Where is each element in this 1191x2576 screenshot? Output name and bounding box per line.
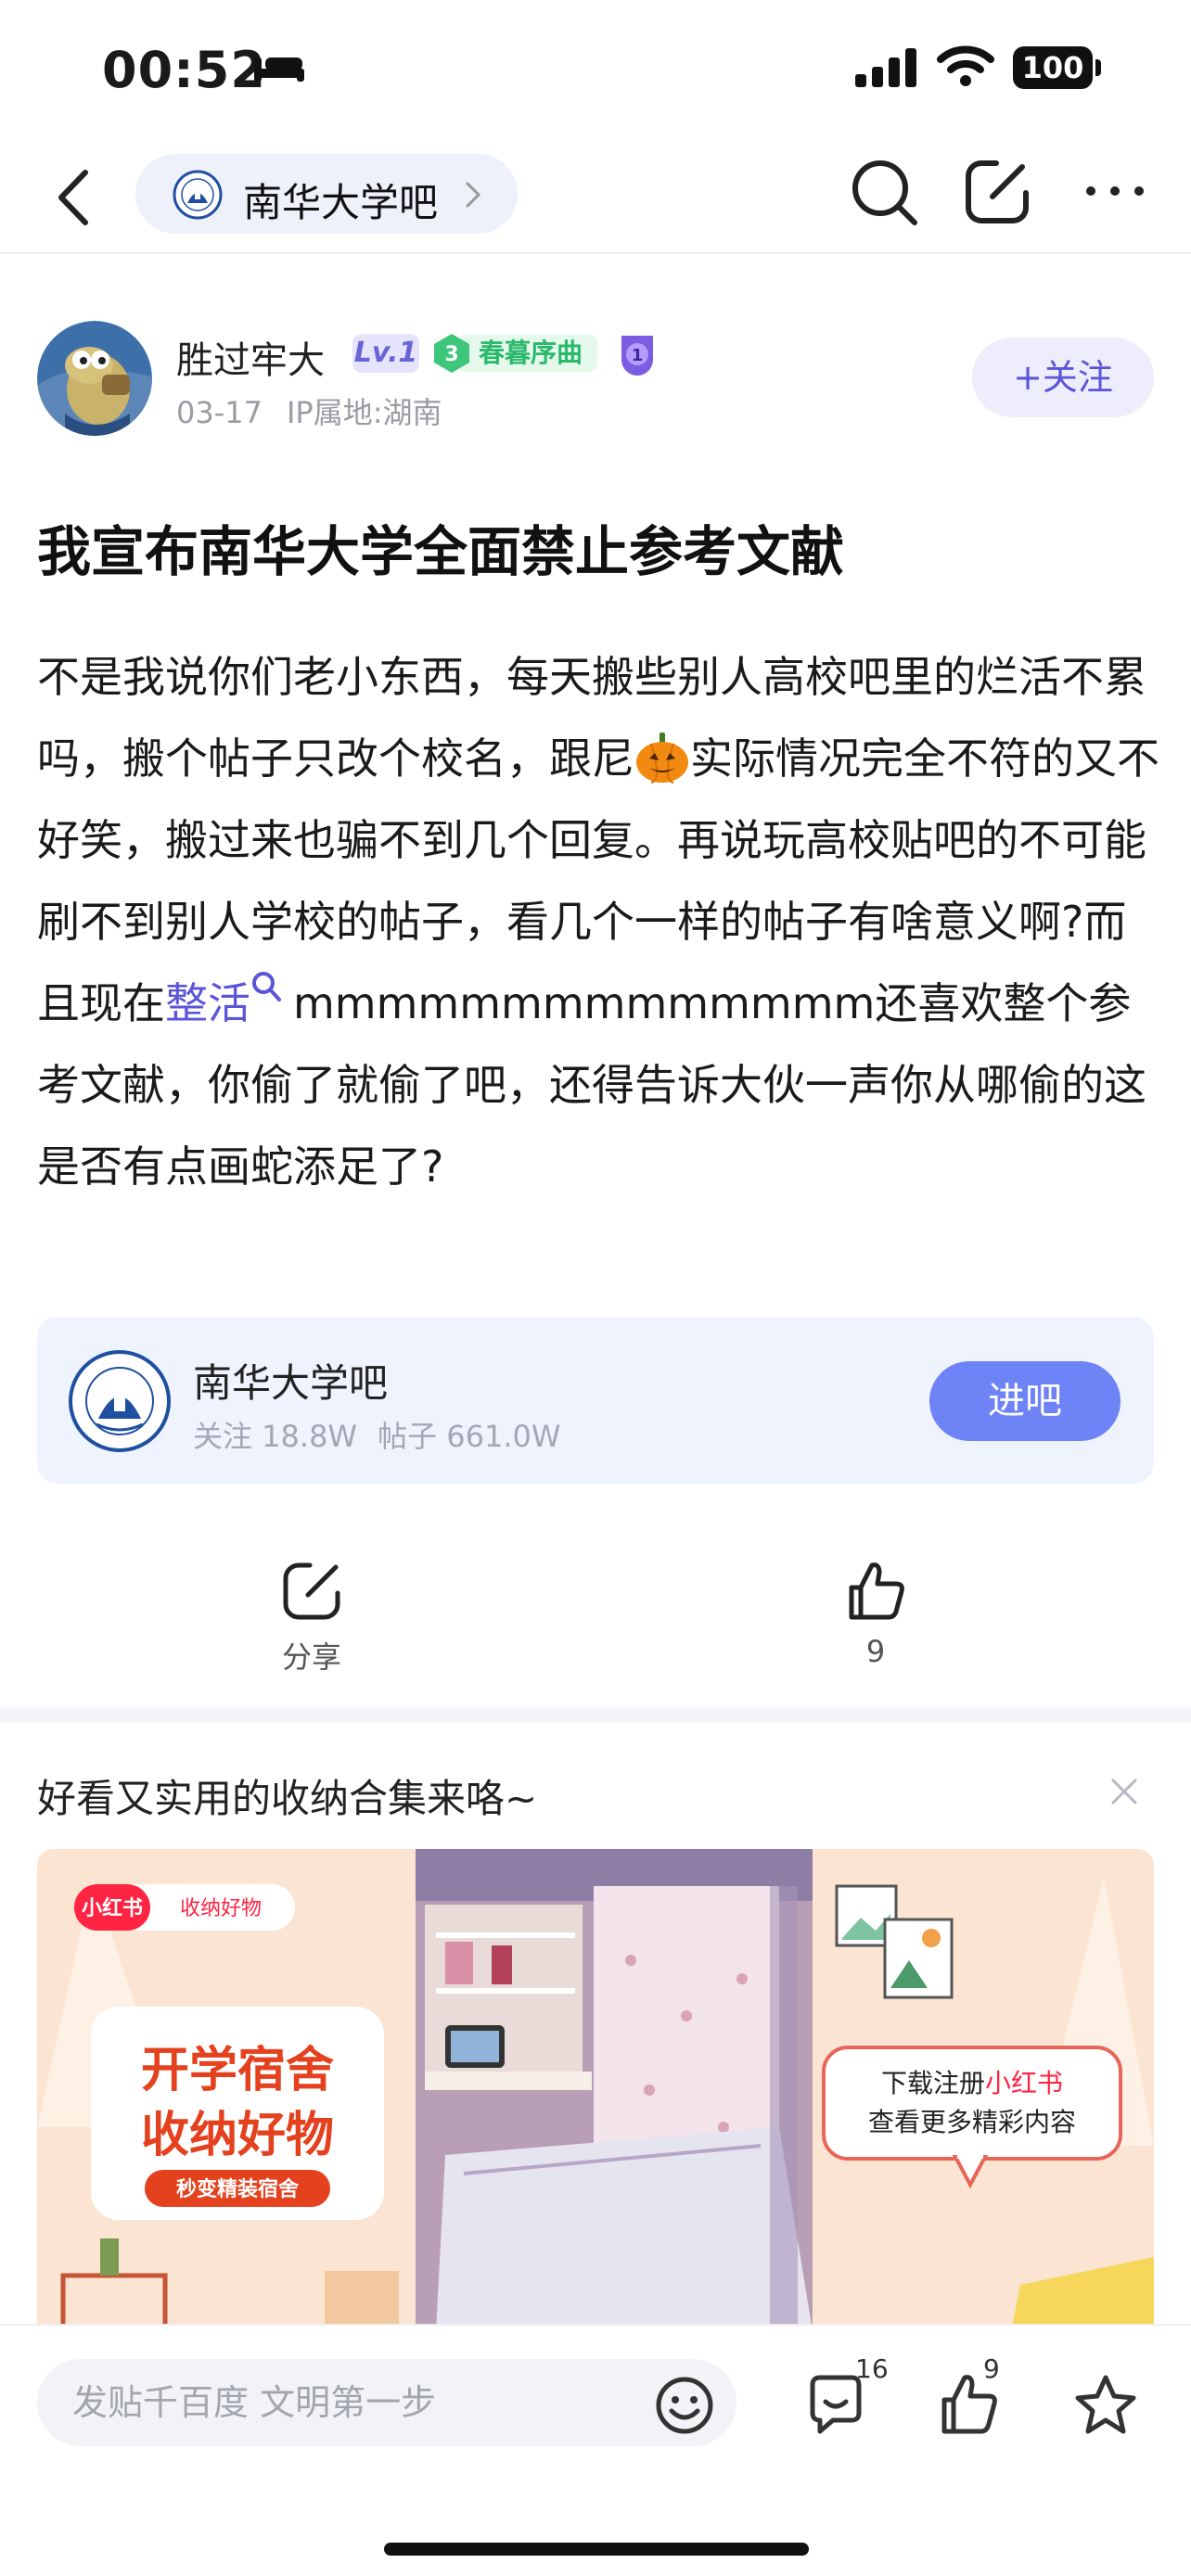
ad-headline-1: 开学宿舍	[141, 2043, 334, 2098]
level-badge: Lv.1	[352, 334, 419, 373]
share-label: 分享	[281, 1639, 341, 1675]
author-avatar[interactable]	[37, 321, 152, 436]
cellular-signal-icon	[855, 48, 916, 87]
forum-pill-name: 南华大学吧	[243, 180, 439, 225]
chevron-right-icon	[466, 182, 481, 208]
honor-badge-text: 春暮序曲	[458, 335, 598, 372]
ad-title[interactable]: 好看又实用的收纳合集来咯~	[37, 1767, 537, 1824]
post-title: 我宣布南华大学全面禁止参考文献	[37, 520, 845, 583]
ad-tag-brand: 小红书	[82, 1896, 143, 1920]
more-options-icon[interactable]	[1083, 172, 1146, 210]
forum-card-stats: 关注 18.8W 帖子 661.0W	[193, 1413, 561, 1456]
back-arrow-icon[interactable]	[48, 165, 104, 230]
author-name[interactable]: 胜过牢大	[176, 330, 325, 384]
forum-logo-icon	[69, 1350, 171, 1452]
ad-cta-2: 查看更多精彩内容	[868, 2107, 1076, 2137]
pumpkin-emoji-icon	[636, 733, 688, 784]
honor-badge-number: 3	[444, 343, 458, 366]
forum-card-name: 南华大学吧	[193, 1360, 389, 1406]
topic-link[interactable]: 整活	[165, 978, 250, 1028]
honor-badge-gem-icon: 3	[434, 334, 469, 373]
post-date: 03-17	[176, 395, 263, 430]
ad-sub-ribbon: 秒变精装宿舍	[176, 2177, 300, 2201]
post-body: 不是我说你们老小东西，每天搬些别人高校吧里的烂活不累吗，搬个帖子只改个校名，跟尼…	[37, 636, 1159, 1207]
thumbs-up-icon	[849, 1562, 904, 1620]
ad-tag-text: 收纳好物	[180, 1897, 262, 1920]
comment-count: 16	[855, 2353, 889, 2384]
post-meta: 03-17 IP属地:湖南	[176, 389, 442, 432]
battery-cap	[1095, 59, 1101, 76]
close-icon[interactable]	[1108, 1775, 1141, 1808]
edit-post-icon[interactable]	[961, 156, 1033, 228]
bottom-like-count: 9	[983, 2353, 1000, 2384]
section-divider	[0, 1708, 1191, 1723]
reply-input[interactable]: 发贴千百度 文明第一步	[37, 2359, 736, 2446]
home-indicator	[384, 2543, 809, 2556]
forum-pill-button[interactable]: 南华大学吧	[135, 154, 518, 234]
forum-card[interactable]: 南华大学吧 关注 18.8W 帖子 661.0W 进吧	[37, 1317, 1154, 1484]
forum-followers: 关注 18.8W	[193, 1419, 358, 1454]
ad-cta-1-prefix: 下载注册	[881, 2068, 985, 2098]
university-logo-icon	[173, 170, 223, 220]
ad-banner[interactable]: 小红书 收纳好物 开学宿舍 收纳好物 秒变精装宿舍 下载注册小红书 查看更多精彩…	[37, 1849, 1154, 2331]
share-action[interactable]: 分享	[237, 1558, 386, 1677]
battery-indicator: 100	[1013, 46, 1093, 89]
search-icon[interactable]	[848, 156, 922, 230]
sleep-focus-icon	[254, 57, 304, 82]
medal-icon: 1	[621, 336, 653, 376]
status-bar: 00:52 100	[0, 0, 1191, 139]
medal-number: 1	[632, 346, 644, 365]
ad-cta-1-brand: 小红书	[985, 2068, 1063, 2098]
share-icon	[283, 1562, 340, 1620]
emoji-icon[interactable]	[655, 2376, 714, 2435]
bottom-reply-bar: 发贴千百度 文明第一步 16 9	[0, 2324, 1191, 2576]
status-time: 00:52	[102, 41, 266, 99]
star-favorite-icon[interactable]	[1070, 2372, 1141, 2437]
wifi-icon	[937, 45, 994, 86]
ad-banner-illustration: 小红书 收纳好物 开学宿舍 收纳好物 秒变精装宿舍 下载注册小红书 查看更多精彩…	[37, 1849, 1154, 2331]
follow-button[interactable]: +关注	[972, 338, 1154, 417]
forum-posts: 帖子 661.0W	[378, 1419, 561, 1454]
enter-forum-button[interactable]: 进吧	[929, 1361, 1121, 1441]
ad-headline-2: 收纳好物	[141, 2108, 334, 2163]
post-ip-location: IP属地:湖南	[286, 395, 442, 430]
top-nav-bar: 南华大学吧	[0, 139, 1191, 254]
topic-search-icon[interactable]	[250, 970, 282, 1003]
like-count: 9	[865, 1634, 886, 1669]
like-action[interactable]: 9	[801, 1558, 950, 1669]
svg-text:下载注册小红书: 下载注册小红书	[881, 2068, 1063, 2098]
